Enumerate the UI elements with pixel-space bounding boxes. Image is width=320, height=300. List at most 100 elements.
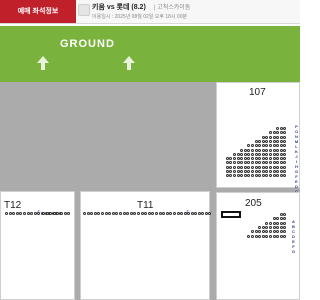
seat[interactable] [272, 174, 276, 178]
seat[interactable] [261, 225, 265, 229]
seat[interactable] [176, 212, 180, 215]
seat[interactable] [137, 212, 140, 215]
seat[interactable] [251, 165, 254, 169]
seat[interactable] [279, 165, 283, 169]
seat[interactable] [101, 212, 104, 215]
seat[interactable] [269, 165, 272, 169]
seat[interactable] [251, 148, 254, 152]
seat[interactable] [272, 234, 276, 238]
seat[interactable] [240, 152, 244, 156]
seat[interactable] [272, 221, 276, 225]
seat[interactable] [129, 212, 133, 215]
seat[interactable] [276, 165, 280, 169]
seat[interactable] [272, 139, 276, 143]
seat[interactable] [119, 212, 122, 215]
seat[interactable] [269, 234, 272, 238]
seat[interactable] [254, 157, 258, 161]
seat[interactable] [261, 234, 265, 238]
seat[interactable] [272, 230, 276, 234]
seat[interactable] [261, 135, 265, 139]
seat[interactable] [272, 131, 276, 135]
seat[interactable] [233, 170, 236, 173]
seat[interactable] [63, 212, 67, 215]
seat[interactable] [276, 221, 280, 225]
seat[interactable] [225, 165, 229, 169]
seat[interactable] [276, 152, 280, 156]
seat[interactable] [236, 174, 240, 178]
seat[interactable] [254, 139, 258, 143]
tab-seat-info[interactable]: 예매 좌석정보 [0, 0, 76, 23]
seat[interactable] [272, 157, 276, 161]
seat[interactable] [279, 221, 283, 225]
seat[interactable] [254, 165, 258, 169]
seat[interactable] [83, 212, 86, 215]
seat[interactable] [225, 157, 229, 161]
seat[interactable] [258, 234, 262, 238]
seat[interactable] [122, 212, 126, 215]
seat[interactable] [254, 230, 258, 234]
seat[interactable] [243, 165, 247, 169]
seat[interactable] [258, 148, 262, 152]
seat[interactable] [93, 212, 97, 215]
seat[interactable] [258, 165, 262, 169]
seat[interactable] [279, 225, 283, 229]
seat[interactable] [279, 127, 283, 130]
seat[interactable] [225, 170, 229, 173]
seat[interactable] [240, 148, 244, 152]
seat[interactable] [45, 212, 49, 215]
seat[interactable] [279, 152, 283, 156]
seat[interactable] [279, 148, 283, 152]
seat[interactable] [272, 148, 276, 152]
seat[interactable] [236, 157, 240, 161]
seat[interactable] [243, 170, 247, 173]
seat[interactable] [15, 212, 19, 215]
seat[interactable] [208, 212, 211, 215]
seat[interactable] [233, 152, 236, 156]
seat[interactable] [279, 234, 283, 238]
seat[interactable] [86, 212, 90, 215]
seat[interactable] [243, 152, 247, 156]
seat[interactable] [261, 144, 265, 148]
seat[interactable] [173, 212, 176, 215]
seat[interactable] [254, 174, 258, 178]
seat[interactable] [52, 212, 56, 215]
seat[interactable] [254, 144, 258, 148]
seat[interactable] [261, 165, 265, 169]
seat[interactable] [8, 212, 12, 215]
seat[interactable] [272, 152, 276, 156]
seat[interactable] [5, 212, 8, 215]
seat[interactable] [269, 225, 272, 229]
seat[interactable] [254, 170, 258, 173]
seat[interactable] [269, 152, 272, 156]
seat[interactable] [279, 157, 283, 161]
seat[interactable] [272, 170, 276, 173]
seat[interactable] [254, 152, 258, 156]
seat[interactable] [279, 230, 283, 234]
seat[interactable] [251, 234, 254, 238]
seat[interactable] [272, 135, 276, 139]
seat[interactable] [111, 212, 115, 215]
seat[interactable] [279, 170, 283, 173]
seat[interactable] [243, 148, 247, 152]
seat[interactable] [236, 152, 240, 156]
seat[interactable] [261, 230, 265, 234]
seat[interactable] [272, 225, 276, 229]
seat[interactable] [251, 170, 254, 173]
seat[interactable] [158, 212, 162, 215]
seat[interactable] [140, 212, 144, 215]
seat[interactable] [272, 217, 276, 221]
seat[interactable] [258, 152, 262, 156]
seat[interactable] [254, 234, 258, 238]
seat[interactable] [60, 212, 63, 215]
seat[interactable] [165, 212, 169, 215]
seat[interactable] [147, 212, 151, 215]
seat[interactable] [23, 212, 26, 215]
seat[interactable] [261, 170, 265, 173]
seat[interactable] [243, 157, 247, 161]
seat[interactable] [261, 152, 265, 156]
seat[interactable] [233, 165, 236, 169]
seat[interactable] [279, 144, 283, 148]
seat[interactable] [236, 170, 240, 173]
seat[interactable] [261, 148, 265, 152]
seat[interactable] [269, 139, 272, 143]
